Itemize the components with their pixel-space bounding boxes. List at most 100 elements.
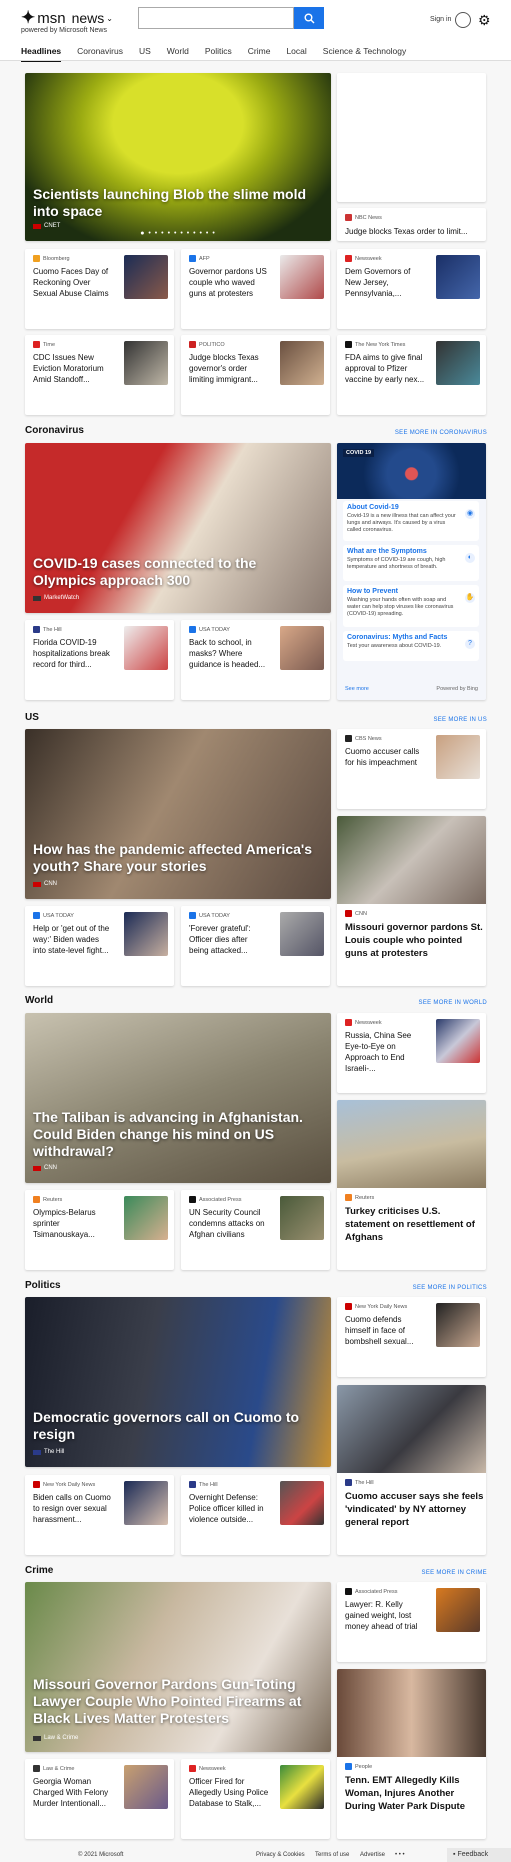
hero-card-politics[interactable]: Democratic governors call on Cuomo to re… [25, 1297, 331, 1467]
section-heading: Politics [25, 1280, 61, 1291]
hero-source: Law & Crime [33, 1735, 78, 1741]
hero-card-world[interactable]: The Taliban is advancing in Afghanistan.… [25, 1013, 331, 1183]
search-button[interactable] [294, 7, 324, 29]
section-heading: Coronavirus [25, 425, 84, 436]
news-card[interactable]: The Hill Florida COVID-19 hospitalizatio… [25, 620, 174, 700]
more-menu-icon[interactable]: • • • [395, 1852, 405, 1858]
news-card[interactable]: AFP Governor pardons US couple who waved… [181, 249, 330, 329]
news-card[interactable]: The Hill Overnight Defense: Police offic… [181, 1475, 330, 1555]
news-card[interactable]: New York Daily News Cuomo defends himsel… [337, 1297, 486, 1377]
card-source: Associated Press [345, 1588, 398, 1595]
privacy-link[interactable]: Privacy & Cookies [256, 1852, 305, 1858]
msn-logo[interactable]: ✦ msn news ⌄ [21, 8, 113, 28]
news-card[interactable]: Newsweek Dem Governors of New Jersey, Pe… [337, 249, 486, 329]
card-thumbnail [280, 626, 324, 670]
terms-link[interactable]: Terms of use [315, 1852, 349, 1858]
feedback-button[interactable]: ▪ Feedback [447, 1848, 511, 1862]
covid-item[interactable]: Coronavirus: Myths and Facts Test your a… [343, 631, 479, 661]
card-title: Turkey criticises U.S. statement on rese… [345, 1206, 475, 1243]
hero-card-coronavirus[interactable]: COVID-19 cases connected to the Olympics… [25, 443, 331, 613]
see-more-link[interactable]: SEE MORE IN WORLD [419, 1000, 487, 1006]
section-heading: US [25, 712, 39, 723]
hero-card-us[interactable]: How has the pandemic affected America's … [25, 729, 331, 899]
see-more-link[interactable]: SEE MORE IN POLITICS [413, 1285, 487, 1291]
search-icon [304, 13, 314, 23]
news-card[interactable]: CNN Missouri governor pardons St. Louis … [337, 816, 486, 986]
news-card[interactable]: New York Daily News Biden calls on Cuomo… [25, 1475, 174, 1555]
avatar[interactable] [455, 12, 471, 28]
card-title: Tenn. EMT Allegedly Kills Woman, Injures… [345, 1775, 466, 1812]
card-title: Missouri governor pardons St. Louis coup… [345, 922, 483, 959]
brand-name: msn [37, 9, 66, 27]
news-card[interactable]: Newsweek Russia, China See Eye-to-Eye on… [337, 1013, 486, 1093]
see-more-link[interactable]: SEE MORE IN CRIME [422, 1570, 487, 1576]
news-card[interactable]: Reuters Turkey criticises U.S. statement… [337, 1100, 486, 1270]
card-title: CDC Issues New Eviction Moratorium Amid … [33, 353, 104, 384]
card-thumbnail [436, 1019, 480, 1063]
advertise-link[interactable]: Advertise [360, 1852, 385, 1858]
card-thumbnail [436, 341, 480, 385]
card-thumbnail [124, 912, 168, 956]
search-input[interactable] [138, 7, 294, 29]
see-more-link[interactable]: See more [345, 686, 369, 692]
news-card[interactable]: The New York Times FDA aims to give fina… [337, 335, 486, 415]
news-card[interactable]: Associated Press UN Security Council con… [181, 1190, 330, 1270]
hero-source: MarketWatch [33, 595, 79, 601]
card-title: Judge blocks Texas governor's order limi… [189, 353, 259, 384]
carousel-dots[interactable]: ● • • • • • • • • • • • [25, 230, 331, 237]
covid-item[interactable]: About Covid-19 Covid-19 is a new illness… [343, 501, 479, 541]
news-card[interactable]: CBS News Cuomo accuser calls for his imp… [337, 729, 486, 809]
news-card[interactable]: Time CDC Issues New Eviction Moratorium … [25, 335, 174, 415]
card-source: Law & Crime [33, 1765, 74, 1772]
news-card[interactable]: USA TODAY 'Forever grateful': Officer di… [181, 906, 330, 986]
hero-card-crime[interactable]: Missouri Governor Pardons Gun-Toting Law… [25, 1582, 331, 1752]
news-card[interactable]: Newsweek Officer Fired for Allegedly Usi… [181, 1759, 330, 1839]
hero-card-headlines[interactable]: Scientists launching Blob the slime mold… [25, 73, 331, 241]
card-source: The Hill [189, 1481, 218, 1488]
see-more-link[interactable]: SEE MORE IN CORONAVIRUS [395, 430, 487, 436]
news-card[interactable]: POLITICO Judge blocks Texas governor's o… [181, 335, 330, 415]
card-source: CNN [345, 910, 367, 917]
card-thumbnail [124, 626, 168, 670]
covid-item[interactable]: What are the Symptoms Symptoms of COVID-… [343, 545, 479, 581]
news-card[interactable]: USA TODAY Back to school, in masks? Wher… [181, 620, 330, 700]
hero-title: The Taliban is advancing in Afghanistan.… [33, 1109, 303, 1159]
card-thumbnail [280, 341, 324, 385]
card-title: FDA aims to give final approval to Pfize… [345, 353, 425, 384]
news-card[interactable]: NBC News Judge blocks Texas order to lim… [337, 208, 486, 241]
card-thumbnail [436, 255, 480, 299]
section-heading: World [25, 995, 54, 1006]
signin-link[interactable]: Sign in [430, 16, 451, 23]
hero-title: How has the pandemic affected America's … [33, 841, 313, 874]
powered-by-bing: Powered by Bing [436, 686, 478, 692]
card-thumbnail [124, 341, 168, 385]
covid-info-panel: COVID 19 About Covid-19 Covid-19 is a ne… [337, 443, 486, 700]
hero-source: The Hill [33, 1449, 64, 1455]
card-source: People [345, 1763, 372, 1770]
news-card[interactable]: People Tenn. EMT Allegedly Kills Woman, … [337, 1669, 486, 1839]
covid-item[interactable]: How to Prevent Washing your hands often … [343, 585, 479, 627]
hero-source: CNN [33, 881, 57, 887]
news-card[interactable]: Associated Press Lawyer: R. Kelly gained… [337, 1582, 486, 1662]
hero-source: CNN [33, 1165, 57, 1171]
card-source: CBS News [345, 735, 382, 742]
card-thumbnail [436, 1588, 480, 1632]
card-title: Florida COVID-19 hospitalizations break … [33, 638, 110, 669]
gear-icon[interactable]: ⚙ [478, 12, 491, 28]
card-source: Time [33, 341, 55, 348]
card-thumbnail [124, 1765, 168, 1809]
news-card[interactable]: Bloomberg Cuomo Faces Day of Reckoning O… [25, 249, 174, 329]
powered-by: powered by Microsoft News [21, 27, 107, 34]
news-card[interactable]: USA TODAY Help or 'get out of the way:' … [25, 906, 174, 986]
hero-title: COVID-19 cases connected to the Olympics… [33, 555, 257, 588]
see-more-link[interactable]: SEE MORE IN US [433, 717, 487, 723]
copyright: © 2021 Microsoft [78, 1852, 124, 1858]
news-card[interactable]: The Hill Cuomo accuser says she feels 'v… [337, 1385, 486, 1555]
card-source: Newsweek [345, 255, 382, 262]
card-title: 'Forever grateful': Officer dies after b… [189, 924, 251, 955]
news-card[interactable]: Reuters Olympics-Belarus sprinter Tsiman… [25, 1190, 174, 1270]
news-card[interactable]: Law & Crime Georgia Woman Charged With F… [25, 1759, 174, 1839]
card-source: Bloomberg [33, 255, 70, 262]
card-thumbnail [337, 1669, 486, 1757]
card-source: USA TODAY [33, 912, 74, 919]
